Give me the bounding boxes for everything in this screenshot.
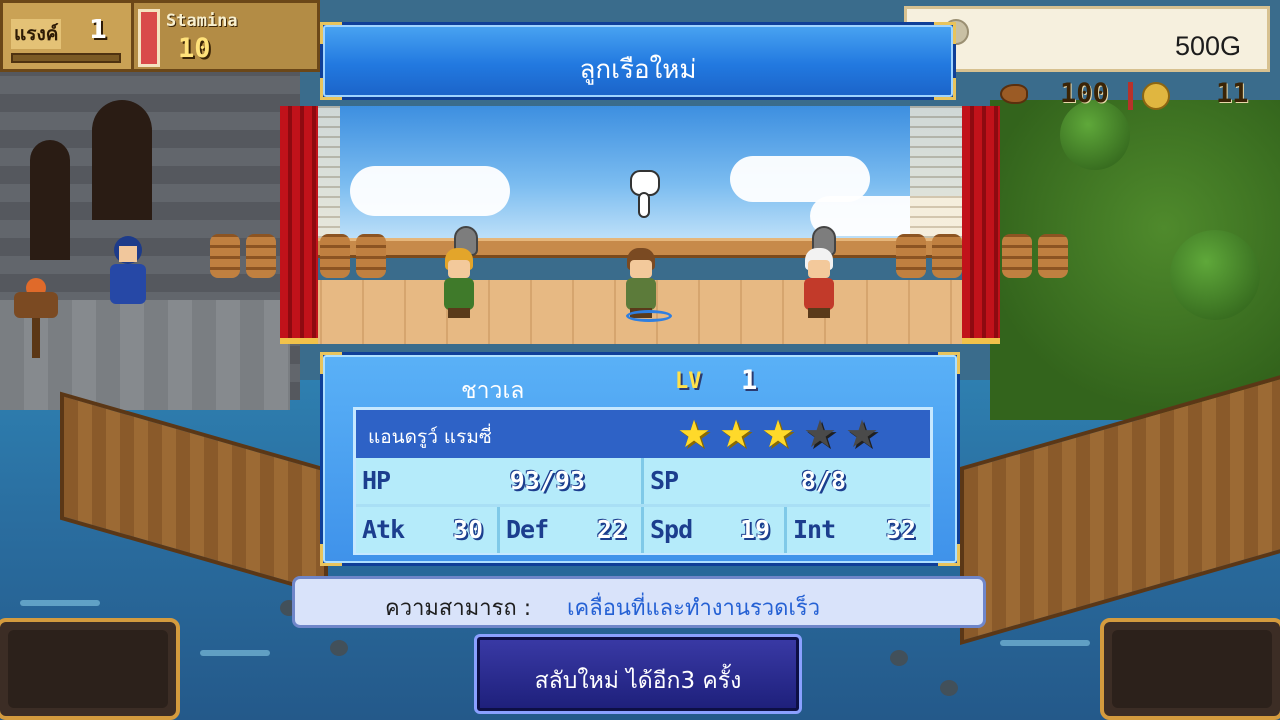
- mast-rigging: [910, 106, 970, 246]
- castle-door: [92, 100, 152, 220]
- crew-candidate-selected: [620, 246, 662, 318]
- stat-value: 8/8: [800, 466, 846, 495]
- ability-label: ความสามารถ :: [385, 596, 532, 621]
- barrel: [1038, 234, 1068, 278]
- guard-npc: [106, 236, 150, 308]
- rank-panel: แรงค์ 1: [0, 0, 134, 72]
- stat-label: Atk: [362, 515, 405, 544]
- stamina-panel: Stamina 10: [134, 0, 320, 72]
- stat-int: Int 32: [787, 507, 930, 553]
- stat-spd: Spd 19: [644, 507, 787, 553]
- crew-candidate-right: [798, 246, 840, 318]
- dialog-title: ลูกเรือใหม่: [579, 55, 697, 85]
- bottom-left-button[interactable]: [0, 618, 180, 720]
- stamina-label: Stamina: [166, 11, 238, 31]
- stat-row-attributes: Atk 30 Def 22 Spd 19 Int 32: [356, 507, 930, 553]
- level-label: LV: [675, 369, 702, 394]
- crew-candidate-left: [438, 246, 480, 318]
- ornament-corner: [938, 544, 960, 566]
- curtain-right: [962, 106, 1000, 344]
- ability-description-bar: ความสามารถ : เคลื่อนที่และทำงานรวดเร็ว: [292, 576, 986, 628]
- crew-stats-box: แอนดรูว์ แรมซี่ ★ ★ ★ ★ ★ HP 93/93 SP 8/8 At…: [353, 407, 933, 555]
- barrel: [356, 234, 386, 278]
- selection-ring: [626, 310, 672, 322]
- rock: [890, 650, 908, 666]
- gold-amount: 500G: [1174, 31, 1241, 61]
- stat-value: 30: [452, 515, 483, 544]
- stat-label: Spd: [650, 515, 693, 544]
- level-value: 1: [741, 365, 758, 396]
- ability-value: เคลื่อนที่และทำงานรวดเร็ว: [567, 596, 821, 621]
- stamina-value: 10: [178, 33, 211, 64]
- crew-name-row: แอนดรูว์ แรมซี่ ★ ★ ★ ★ ★: [356, 410, 930, 458]
- rock: [940, 680, 958, 696]
- wave: [200, 650, 270, 656]
- barrel: [932, 234, 962, 278]
- stat-row-hp-sp: HP 93/93 SP 8/8: [356, 458, 930, 504]
- stat-label: Def: [506, 515, 549, 544]
- coin-count: 11: [1216, 78, 1249, 109]
- star-filled-icon: ★: [760, 412, 796, 456]
- stat-sp: SP 8/8: [644, 458, 930, 504]
- rank-progress-bar: [11, 53, 121, 63]
- crew-status-panel: ชาวเล LV 1 แอนดรูว์ แรมซี่ ★ ★ ★ ★ ★ HP 93/9…: [320, 352, 960, 566]
- stat-value: 22: [596, 515, 627, 544]
- stat-hp: HP 93/93: [356, 458, 644, 504]
- dialog-title-banner: ลูกเรือใหม่: [320, 22, 956, 100]
- ornament-corner: [934, 22, 956, 44]
- tree: [1170, 230, 1260, 320]
- stat-value: 32: [885, 515, 916, 544]
- stamina-gauge: [138, 9, 160, 67]
- reroll-button-label: สลับใหม่ ได้อีก3 ครั้ง: [534, 668, 742, 694]
- stat-atk: Atk 30: [356, 507, 500, 553]
- stat-label: SP: [650, 466, 679, 495]
- barrel: [246, 234, 276, 278]
- stat-value: 19: [739, 515, 770, 544]
- castle-door: [30, 140, 70, 260]
- crew-name: แอนดรูว์ แรมซี่: [368, 426, 492, 448]
- recruit-stage: [210, 106, 1070, 344]
- pointer-hand-icon: [628, 170, 662, 218]
- ornament-corner: [320, 352, 342, 374]
- wave: [1000, 640, 1090, 646]
- stat-def: Def 22: [500, 507, 644, 553]
- rank-label: แรงค์: [11, 19, 62, 49]
- ornament-corner: [320, 22, 342, 44]
- brazier: [14, 278, 58, 358]
- medal-coin-icon: [1142, 82, 1170, 110]
- barrel: [210, 234, 240, 278]
- ornament-corner: [938, 352, 960, 374]
- star-empty-icon: ★: [802, 412, 838, 456]
- barrel: [896, 234, 926, 278]
- barrel: [320, 234, 350, 278]
- wave: [20, 600, 100, 606]
- gold-panel: 500G: [904, 6, 1270, 72]
- stat-label: Int: [793, 515, 836, 544]
- food-icon: [1000, 84, 1028, 104]
- stat-label: HP: [362, 466, 391, 495]
- ornament-corner: [320, 544, 342, 566]
- stat-value: 93/93: [509, 466, 585, 495]
- food-count: 100: [1060, 78, 1109, 109]
- curtain-left: [280, 106, 318, 344]
- bottom-right-button[interactable]: [1100, 618, 1280, 720]
- resource-separator: [1128, 82, 1133, 110]
- rarity-stars: ★ ★ ★ ★ ★: [674, 414, 882, 454]
- rock: [330, 640, 348, 656]
- star-empty-icon: ★: [844, 412, 880, 456]
- star-filled-icon: ★: [718, 412, 754, 456]
- reroll-button[interactable]: สลับใหม่ ได้อีก3 ครั้ง: [474, 634, 802, 714]
- rank-value: 1: [89, 15, 108, 45]
- star-filled-icon: ★: [676, 412, 712, 456]
- barrel: [1002, 234, 1032, 278]
- cloud: [350, 166, 510, 216]
- crew-job: ชาวเล: [461, 378, 525, 404]
